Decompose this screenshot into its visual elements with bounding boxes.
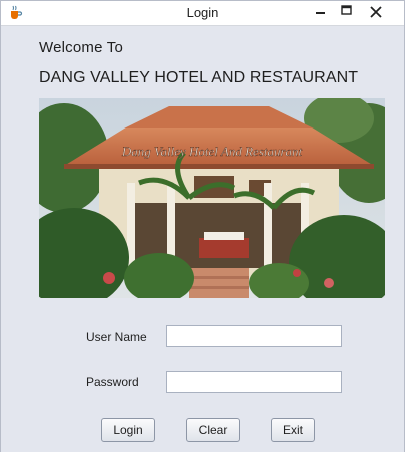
hotel-photo: Dang Valley Hotel And Restaurant <box>39 98 385 298</box>
exit-button[interactable]: Exit <box>271 418 315 442</box>
password-input[interactable] <box>166 371 342 393</box>
clear-button[interactable]: Clear <box>186 418 240 442</box>
login-window: Login Welcome To DANG VALLEY HOTEL AND R… <box>0 0 405 452</box>
hotel-name-heading: DANG VALLEY HOTEL AND RESTAURANT <box>39 69 359 86</box>
photo-overlay-text: Dang Valley Hotel And Restaurant <box>121 144 303 159</box>
welcome-heading: Welcome To <box>39 39 123 56</box>
username-input[interactable] <box>166 325 342 347</box>
password-label: Password <box>86 375 139 389</box>
content-panel: Welcome To DANG VALLEY HOTEL AND RESTAUR… <box>1 26 404 452</box>
title-bar[interactable]: Login <box>1 1 404 26</box>
close-icon[interactable] <box>361 1 391 25</box>
username-label: User Name <box>86 330 147 344</box>
maximize-icon[interactable] <box>332 1 362 25</box>
login-button[interactable]: Login <box>101 418 155 442</box>
